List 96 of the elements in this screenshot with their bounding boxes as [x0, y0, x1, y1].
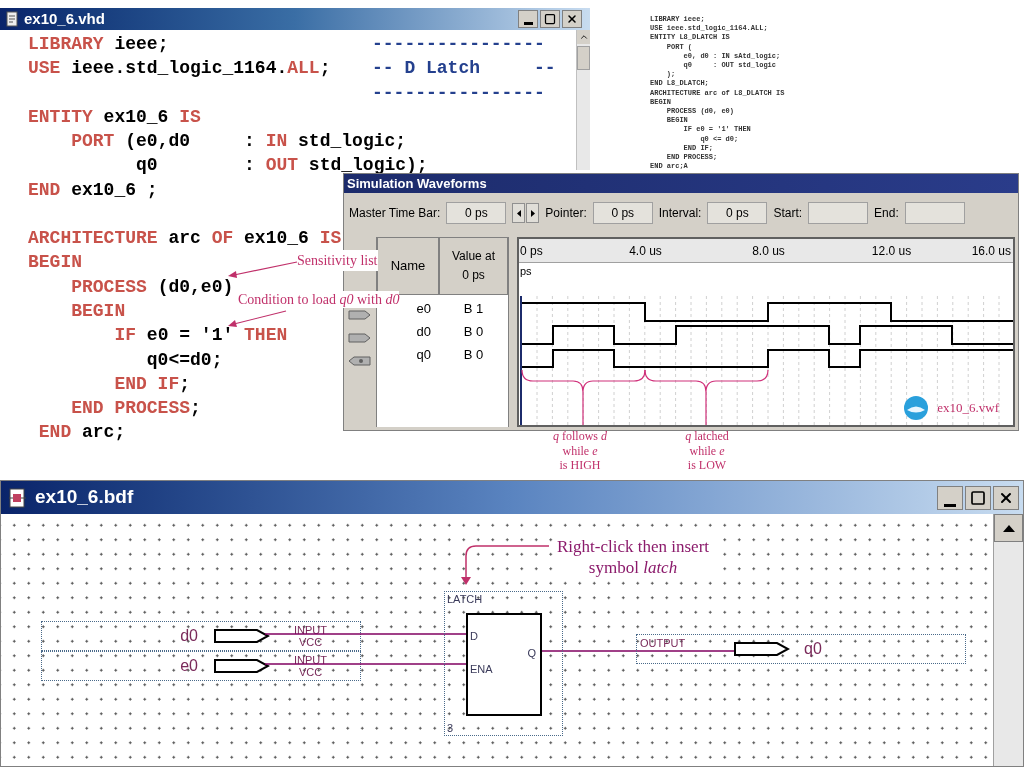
annotation-text: Condition to load q0 with d0: [238, 291, 400, 308]
code-line: ARCHITECTURE arc OF ex10_6 IS: [28, 228, 342, 249]
right-triangle-icon: [530, 209, 535, 217]
port-label: ENA: [470, 661, 494, 677]
scrollbar-thumb[interactable]: [577, 46, 590, 70]
window-title: ex10_6.vhd: [24, 8, 106, 29]
code-line: END IF;: [113, 373, 191, 394]
pin-default-label: VCC: [298, 666, 323, 678]
maximize-icon: [544, 13, 556, 25]
close-button[interactable]: [562, 10, 582, 28]
code-line: BEGIN: [28, 252, 82, 273]
code-line: BEGIN: [70, 300, 126, 321]
field-label: Interval:: [658, 205, 702, 222]
input-pin-icon: [348, 331, 372, 344]
step-left-button[interactable]: [512, 203, 526, 223]
left-triangle-icon: [516, 209, 521, 217]
code-line: END PROCESS;: [70, 398, 201, 419]
time-field[interactable]: [808, 202, 869, 224]
annotation-text: Sensitivity list: [297, 250, 378, 271]
scroll-up-button[interactable]: [994, 514, 1023, 542]
window-title: Simulation Waveforms: [347, 174, 487, 193]
code-comment: ----------------: [372, 33, 545, 56]
column-header: Name: [377, 237, 439, 295]
file-name: ex10_6.vwf: [937, 399, 999, 418]
output-pin-icon: [348, 354, 372, 367]
annotation-text: q follows d while e is HIGH: [552, 429, 608, 473]
minimize-icon: [523, 22, 533, 25]
output-pin[interactable]: OUTPUT q0: [636, 634, 966, 664]
schematic-file-icon: [7, 486, 29, 509]
code-line: PROCESS (d0,e0): [70, 276, 234, 297]
minimize-icon: [944, 503, 956, 507]
signal-name: q0: [416, 346, 431, 363]
column-header: Value at 0 ps: [439, 237, 508, 295]
input-pin[interactable]: e0 INPUT VCC: [41, 651, 361, 681]
code-line: END ex10_6 ;: [28, 179, 158, 200]
close-icon: [566, 13, 578, 25]
latch-symbol[interactable]: LATCH D ENA Q 3: [444, 591, 563, 736]
symbol-title: LATCH: [446, 592, 484, 606]
pin-type-label: OUTPUT: [639, 636, 687, 651]
arrow: [226, 307, 288, 329]
pin-type-label: INPUT: [294, 624, 327, 636]
signal-name: d0: [416, 323, 431, 340]
code-comment: ----------------: [372, 81, 545, 105]
time-tick-label: 4.0 us: [628, 242, 663, 260]
time-field[interactable]: 0 ps: [592, 202, 653, 224]
window-title: ex10_6.bdf: [35, 485, 135, 510]
time-tick-label: 16.0 us: [970, 242, 1012, 260]
pin-name: d0: [179, 626, 199, 646]
time-tick-label: 8.0 us: [751, 242, 786, 260]
field-label: Pointer:: [545, 205, 587, 222]
field-label: Start:: [773, 205, 803, 222]
code-line: q0<=d0;: [145, 349, 223, 370]
time-field[interactable]: 0 ps: [707, 202, 768, 224]
output-pin-symbol: [734, 641, 790, 657]
step-right-button[interactable]: [526, 203, 540, 223]
logo-icon: [903, 395, 930, 421]
time-field[interactable]: [904, 202, 965, 224]
port-label: Q: [527, 646, 537, 661]
code-line: IF e0 = '1' THEN: [113, 325, 288, 346]
signal-value: B 1: [462, 300, 485, 318]
time-tick-label: 12.0 us: [870, 242, 913, 260]
field-label: Master Time Bar:: [349, 205, 441, 222]
close-button[interactable]: [993, 485, 1019, 510]
code-line: PORT (e0,d0 : IN std_logic;: [70, 131, 407, 152]
signal-name: e0: [416, 300, 431, 317]
maximize-button[interactable]: [965, 485, 991, 510]
code-line: q0 : OUT std_logic);: [135, 155, 428, 176]
annotation-text: q latched while e is LOW: [684, 429, 730, 473]
pin-default-label: VCC: [298, 636, 323, 648]
maximize-icon: [970, 489, 986, 506]
minimize-button[interactable]: [937, 485, 963, 510]
input-pin-symbol: [214, 658, 270, 674]
signal-value: B 0: [462, 323, 485, 341]
input-pin[interactable]: d0 INPUT VCC: [41, 621, 361, 651]
time-tick-label: 0 ps: [519, 242, 544, 260]
arrow: [226, 258, 298, 280]
maximize-button[interactable]: [540, 10, 560, 28]
code-comment: -- D Latch --: [372, 57, 556, 81]
time-unit-label: ps: [520, 265, 532, 277]
field-label: End:: [874, 205, 899, 222]
pin-name: e0: [179, 656, 199, 676]
pin-name: q0: [804, 639, 822, 659]
up-chevron-icon: [578, 32, 589, 42]
time-field[interactable]: 0 ps: [446, 202, 507, 224]
code-line: ENTITY ex10_6 IS: [28, 106, 201, 127]
signal-value: B 0: [462, 346, 485, 364]
input-pin-symbol: [214, 628, 270, 644]
code-line: END arc;: [37, 422, 126, 443]
code-line: USE ieee.std_logic_1164.ALL;: [28, 58, 331, 79]
pin-type-label: INPUT: [294, 654, 327, 666]
file-icon: [4, 11, 20, 27]
minimize-button[interactable]: [518, 10, 538, 28]
port-label: D: [470, 629, 479, 644]
up-triangle-icon: [1002, 524, 1015, 532]
code-line: LIBRARY ieee;: [28, 34, 169, 54]
instance-number: 3: [446, 721, 455, 735]
